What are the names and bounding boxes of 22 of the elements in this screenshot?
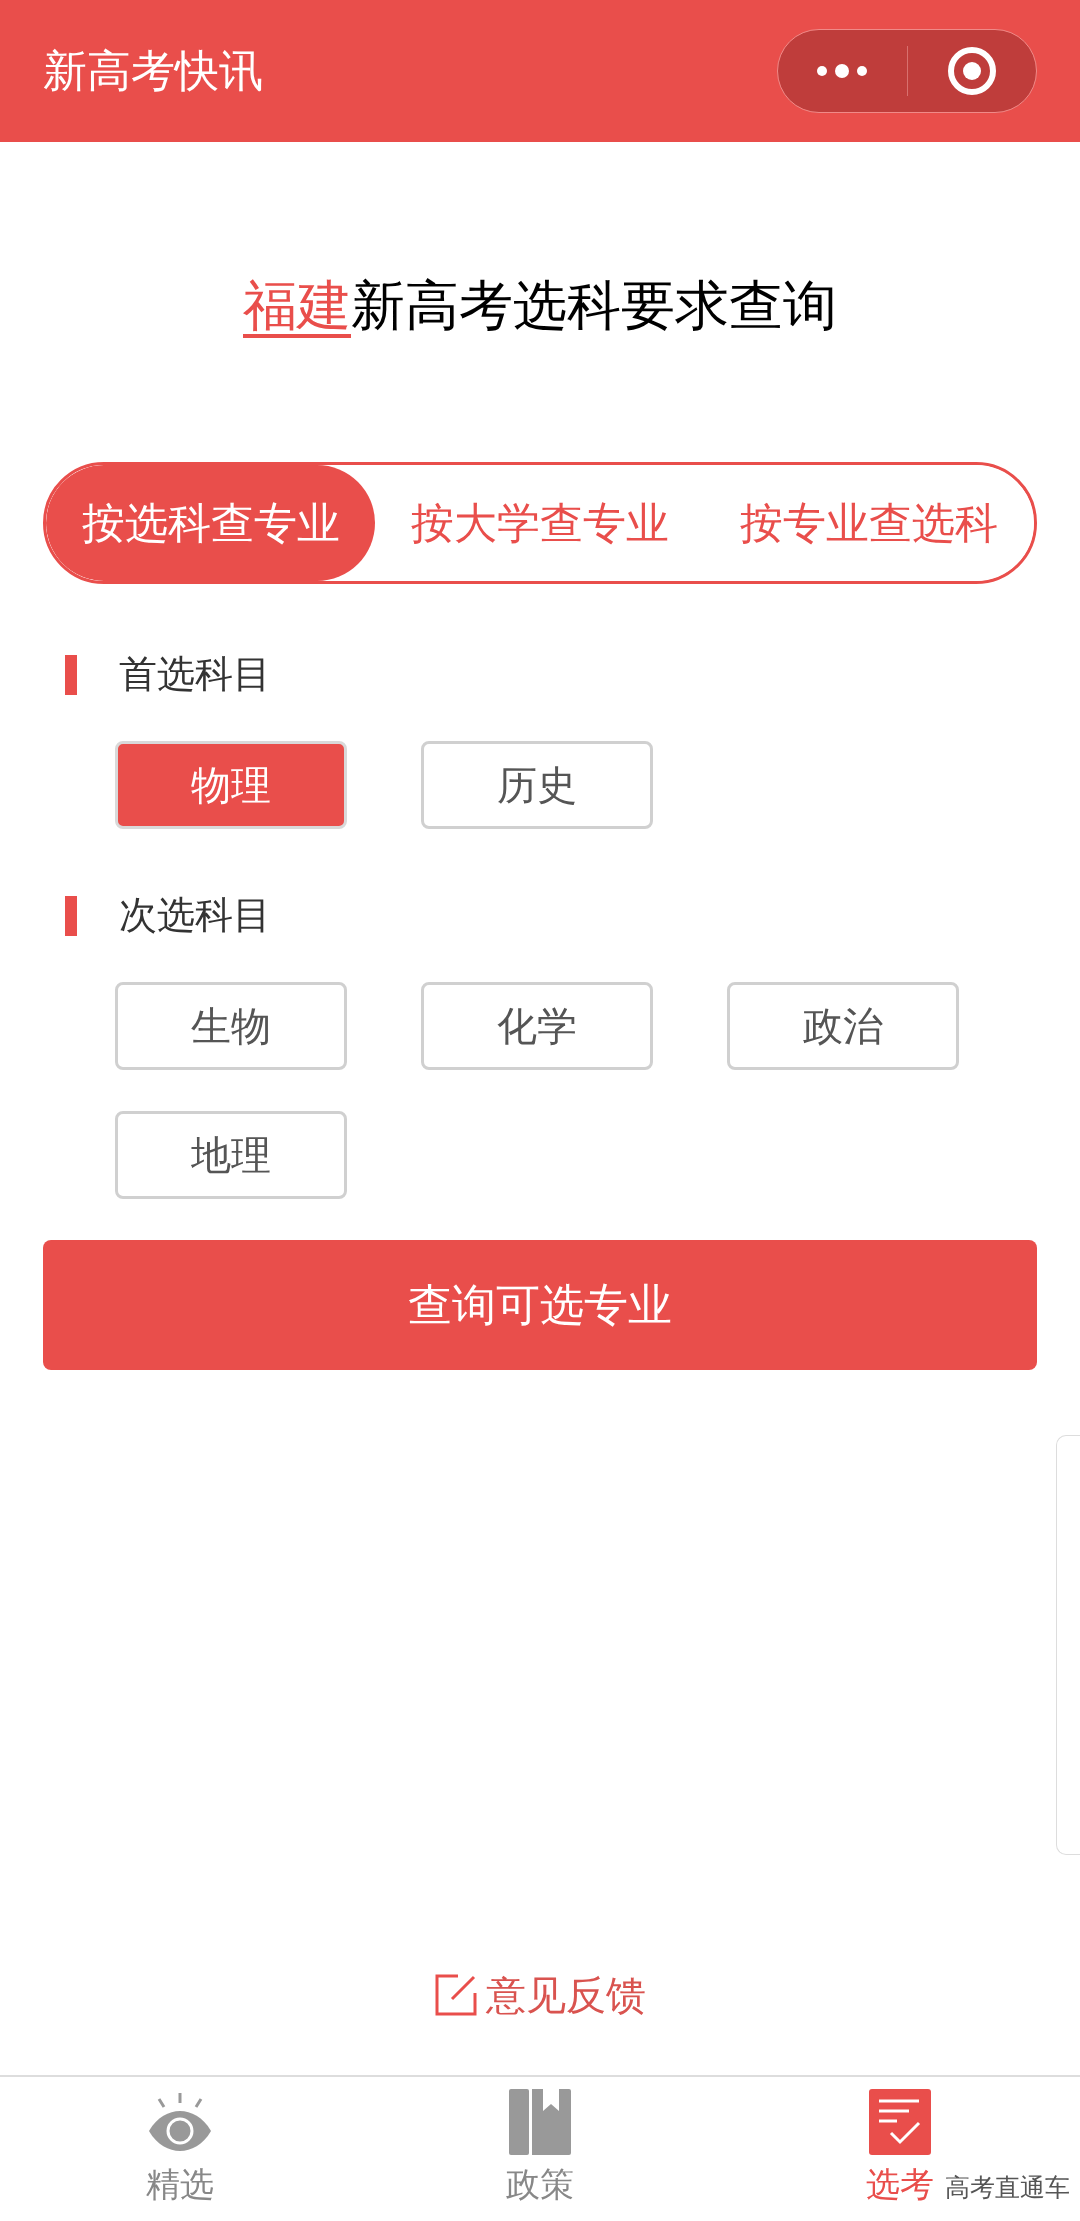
nav-tab[interactable]: 精选 <box>146 2077 214 2221</box>
subject-option[interactable]: 生物 <box>115 982 347 1070</box>
book-icon <box>509 2089 571 2155</box>
tab[interactable]: 按选科查专业 <box>46 465 376 581</box>
header-title: 新高考快讯 <box>43 44 263 98</box>
page-heading: 福建新高考选科要求查询 <box>243 273 837 339</box>
section-marker <box>65 654 77 695</box>
query-button[interactable]: 查询可选专业 <box>43 1240 1037 1370</box>
subject-option[interactable]: 地理 <box>115 1111 347 1199</box>
checklist-icon <box>869 2089 931 2155</box>
section-title: 次选科目 <box>119 892 271 939</box>
subject-option[interactable]: 物理 <box>115 741 347 829</box>
nav-tab[interactable]: 选考 <box>866 2077 934 2221</box>
nav-tab[interactable]: 政策 <box>506 2077 574 2221</box>
edit-icon[interactable] <box>434 1973 478 2017</box>
section-marker <box>65 895 77 936</box>
subject-option[interactable]: 历史 <box>421 741 653 829</box>
feedback-link[interactable]: 意见反馈 <box>486 1965 646 2025</box>
subject-option[interactable]: 政治 <box>727 982 959 1070</box>
nav-caption: 高考直通车 <box>945 2172 1070 2204</box>
section-title: 首选科目 <box>119 651 271 698</box>
subject-option[interactable]: 化学 <box>421 982 653 1070</box>
